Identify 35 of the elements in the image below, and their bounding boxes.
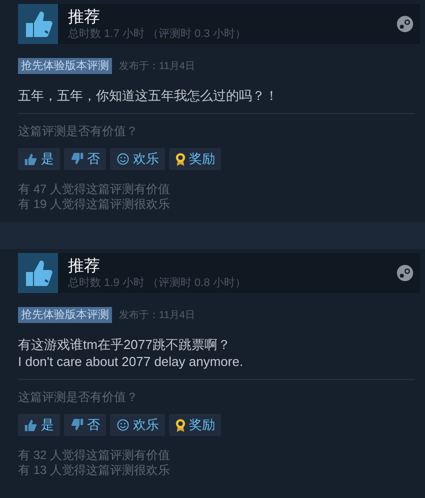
yes-button[interactable]: 是	[18, 148, 60, 170]
posted-date: 发布于：11月4日	[119, 60, 195, 73]
no-button[interactable]: 否	[64, 148, 106, 170]
award-ribbon-icon	[175, 152, 186, 166]
funny-button[interactable]: 欢乐	[110, 414, 165, 436]
vote-count-text: 有 47 人觉得这篇评测有价值	[18, 182, 172, 197]
award-button[interactable]: 奖励	[169, 148, 221, 170]
review-text: 有这游戏谁tm在乎2077跳不跳票啊？	[18, 336, 232, 353]
review-text: 五年，五年，你知道这五年我怎么过的吗？！	[18, 87, 279, 104]
award-button[interactable]: 奖励	[169, 414, 221, 436]
smiley-icon	[116, 152, 130, 166]
early-access-tag: 抢先体验版本评测	[18, 307, 112, 323]
recommendation-title: 推荐	[68, 256, 101, 276]
helpful-question: 这篇评测是否有价值？	[18, 390, 139, 404]
thumbs-up-icon	[18, 4, 58, 44]
yes-button[interactable]: 是	[18, 414, 60, 436]
playtime-text: 总时数 1.9 小时 （评测时 0.8 小时）	[68, 276, 247, 290]
funny-button[interactable]: 欢乐	[110, 148, 165, 170]
early-access-tag: 抢先体验版本评测	[18, 58, 112, 74]
thumbs-down-icon	[70, 418, 84, 432]
helpful-question: 这篇评测是否有价值？	[18, 124, 139, 138]
vote-count-text: 有 32 人觉得这篇评测有价值	[18, 448, 172, 463]
thumbs-up-icon	[18, 253, 58, 293]
no-button[interactable]: 否	[64, 414, 106, 436]
review-text: I don't care about 2077 delay anymore.	[18, 353, 244, 370]
vote-count-text: 有 13 人觉得这篇评测很欢乐	[18, 463, 172, 478]
award-ribbon-icon	[175, 418, 186, 432]
vote-count-text: 有 19 人觉得这篇评测很欢乐	[18, 197, 172, 212]
recommendation-title: 推荐	[68, 8, 101, 26]
thumbs-up-icon	[24, 152, 38, 166]
thumbs-up-icon	[24, 418, 38, 432]
posted-date: 发布于：11月4日	[119, 309, 195, 322]
playtime-text: 总时数 1.7 小时 （评测时 0.3 小时）	[68, 26, 247, 40]
smiley-icon	[116, 418, 130, 432]
thumbs-down-icon	[70, 152, 84, 166]
